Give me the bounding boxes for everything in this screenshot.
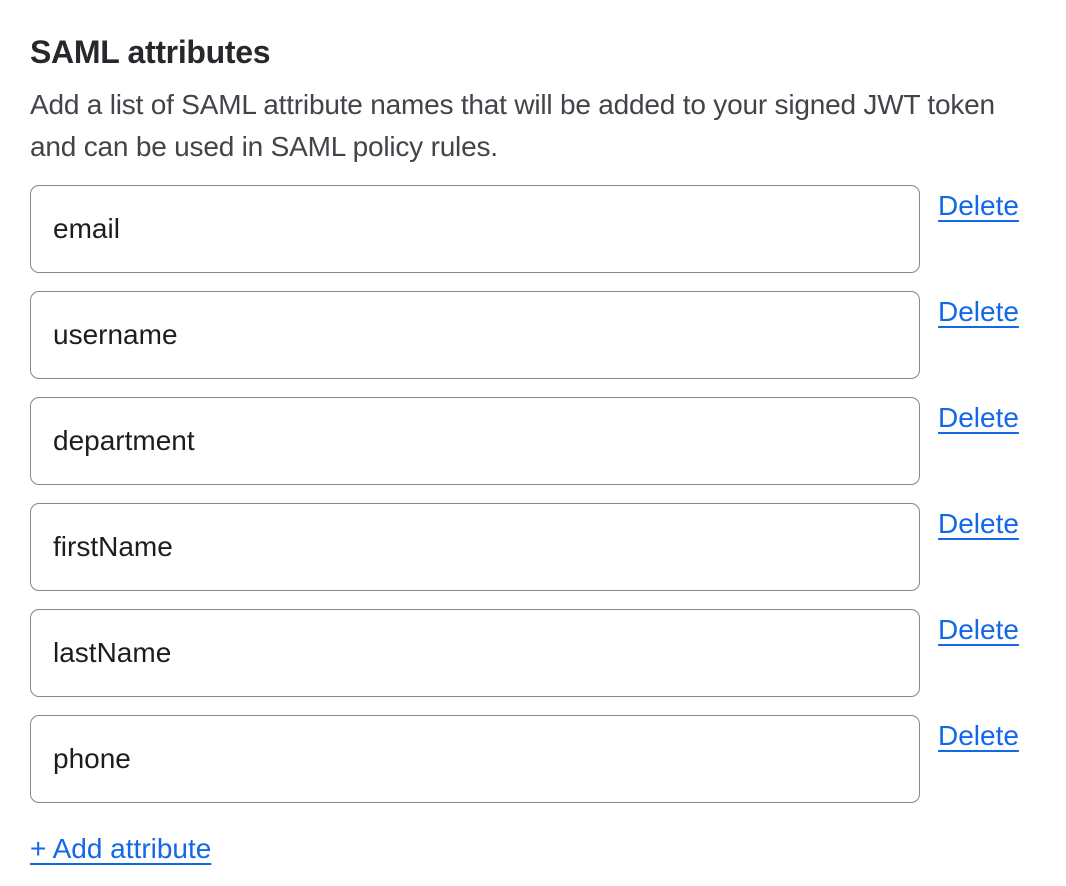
delete-attribute-link[interactable]: Delete (938, 185, 1019, 222)
attribute-row: Delete (30, 185, 1023, 273)
attribute-input[interactable] (30, 503, 920, 591)
saml-attributes-section: SAML attributes Add a list of SAML attri… (0, 0, 1066, 886)
attribute-input[interactable] (30, 609, 920, 697)
section-description: Add a list of SAML attribute names that … (30, 84, 1023, 168)
delete-attribute-link[interactable]: Delete (938, 609, 1019, 646)
attribute-row: Delete (30, 291, 1023, 379)
delete-attribute-link[interactable]: Delete (938, 291, 1019, 328)
attribute-input[interactable] (30, 715, 920, 803)
attribute-input[interactable] (30, 185, 920, 273)
attribute-input[interactable] (30, 397, 920, 485)
delete-attribute-link[interactable]: Delete (938, 503, 1019, 540)
attribute-input[interactable] (30, 291, 920, 379)
delete-attribute-link[interactable]: Delete (938, 715, 1019, 752)
add-attribute-link[interactable]: + Add attribute (30, 832, 211, 866)
attribute-list: Delete Delete Delete Delete Delete Delet… (30, 185, 1023, 803)
delete-attribute-link[interactable]: Delete (938, 397, 1019, 434)
attribute-row: Delete (30, 609, 1023, 697)
attribute-row: Delete (30, 397, 1023, 485)
section-title: SAML attributes (30, 33, 1023, 71)
attribute-row: Delete (30, 503, 1023, 591)
attribute-row: Delete (30, 715, 1023, 803)
